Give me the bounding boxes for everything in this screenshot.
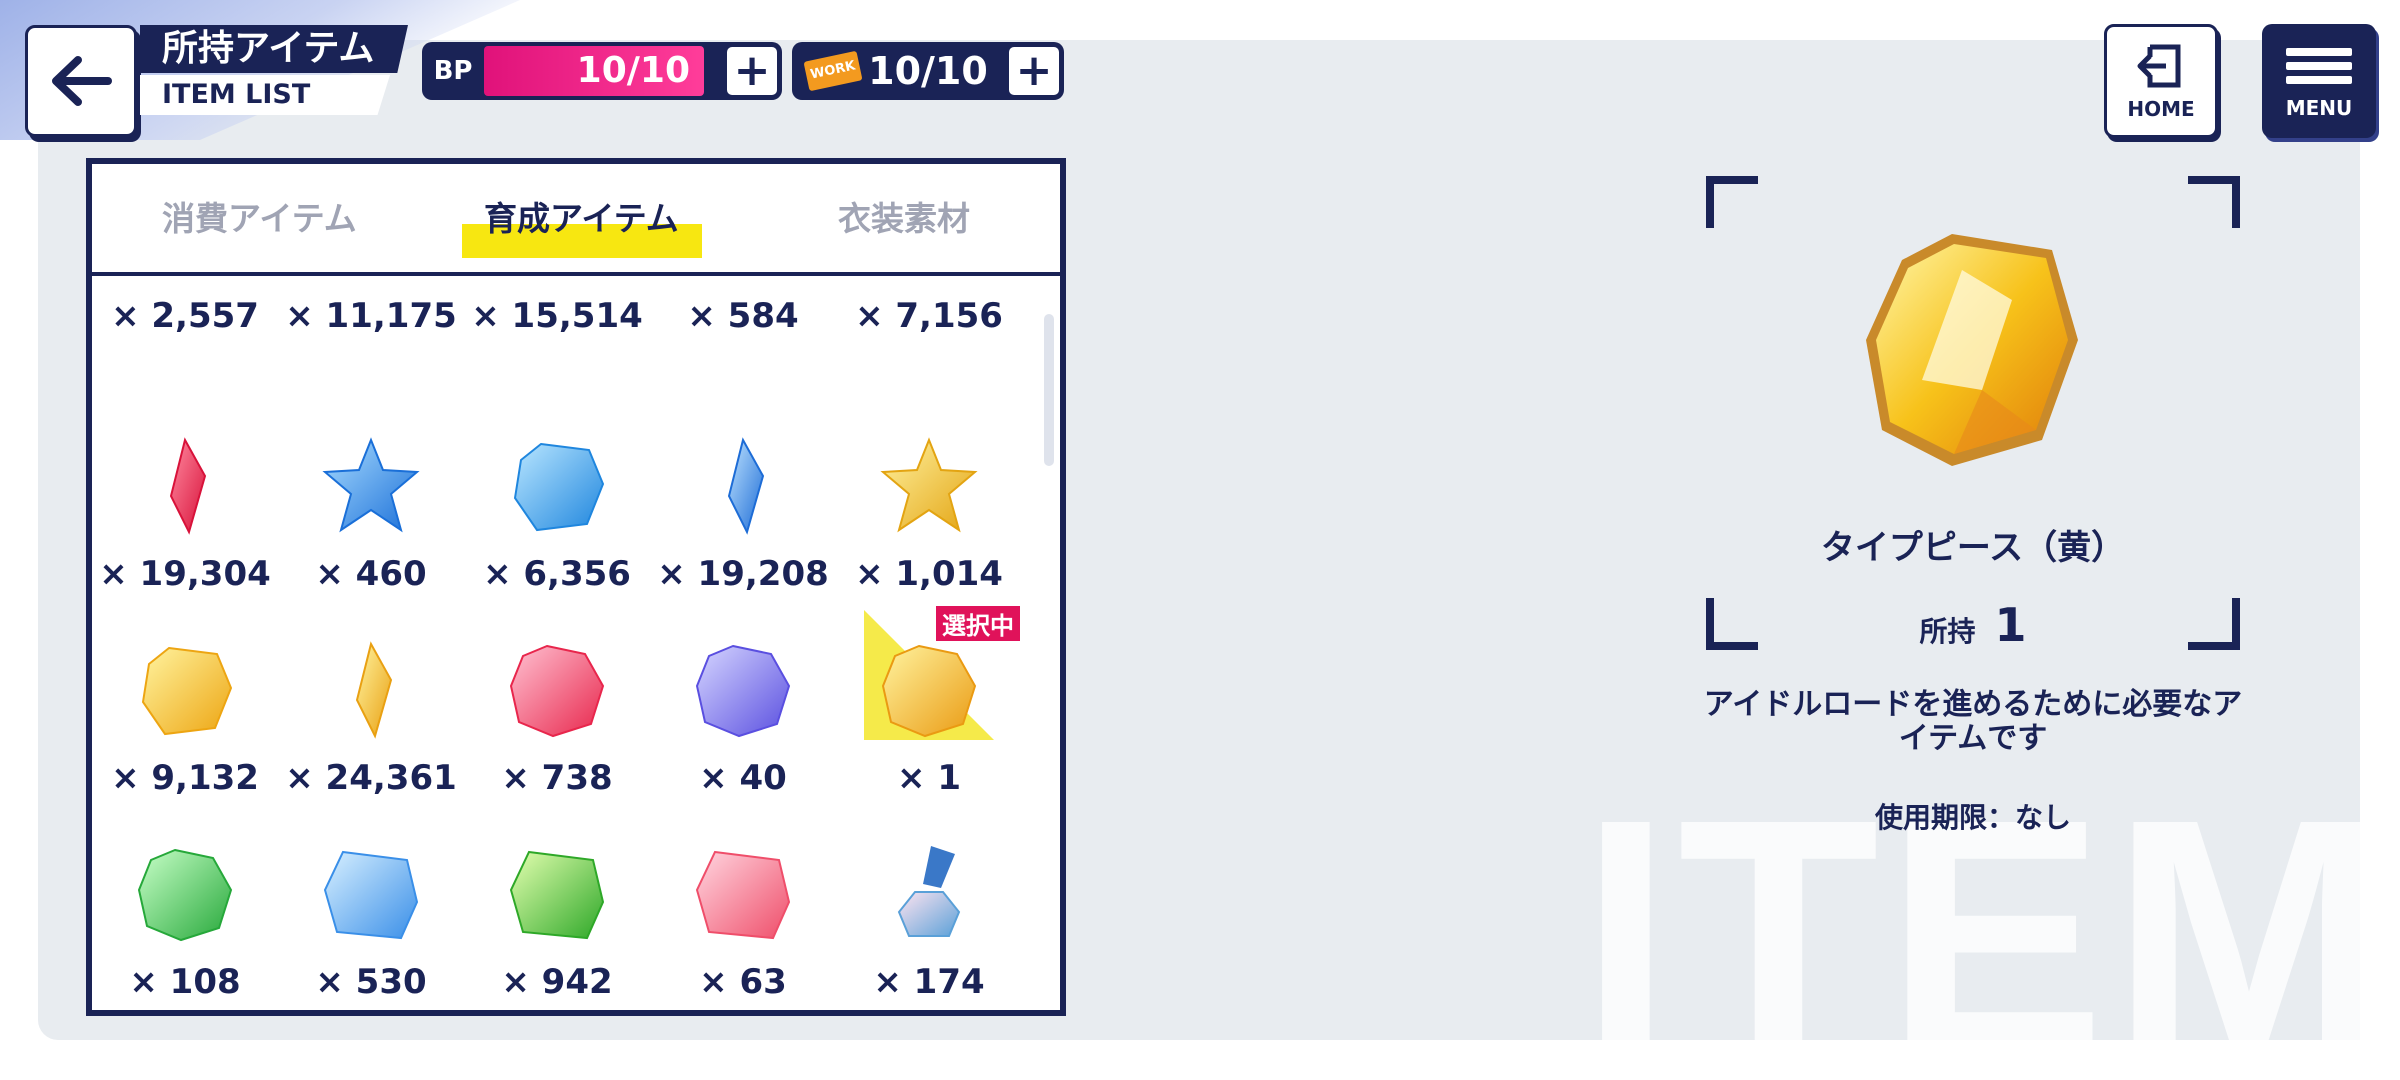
bp-plus-button[interactable]: +	[724, 44, 780, 98]
hamburger-icon	[2286, 42, 2352, 90]
blue-star-crystal-icon	[321, 436, 421, 536]
menu-label: MENU	[2285, 96, 2353, 120]
item-grid: × 2,557 × 11,175 × 15,514 × 584 × 7,156 × 19,…	[92, 276, 1032, 1006]
bp-label: BP	[433, 56, 473, 86]
bp-value: 10/10	[484, 46, 704, 96]
item-name: タイプピース（黄）	[1820, 528, 2126, 568]
item-count: × 19,304	[99, 554, 271, 594]
item-cell[interactable]: × 9,132	[92, 610, 278, 810]
item-cell[interactable]: × 942	[464, 814, 650, 1014]
flower-medal-icon	[879, 844, 979, 944]
item-list-window: 消費アイテム 育成アイテム 衣装素材 × 2,557 × 11,175 × 15,5…	[86, 158, 1066, 1016]
item-cell[interactable]: × 11,175	[278, 216, 464, 416]
item-count: × 19,208	[657, 554, 829, 594]
owned-count-row: 所持 1	[1706, 598, 2240, 652]
item-count: × 1,014	[855, 554, 1003, 594]
item-count: × 9,132	[111, 758, 259, 798]
item-cell[interactable]: × 7,156	[836, 216, 1022, 416]
item-count: × 530	[315, 962, 427, 1002]
item-count: × 942	[501, 962, 613, 1002]
item-count: × 1	[897, 758, 961, 798]
item-description: アイドルロードを進めるために必要なアイテムです	[1703, 687, 2243, 756]
item-cell[interactable]: × 108	[92, 814, 278, 1014]
page-title-en: ITEM LIST	[140, 75, 390, 115]
item-cell[interactable]: × 530	[278, 814, 464, 1014]
home-button[interactable]: HOME	[2104, 24, 2218, 138]
exit-home-icon	[2137, 44, 2181, 88]
purple-gem-icon	[693, 640, 793, 740]
back-button[interactable]	[25, 25, 137, 137]
owned-label: 所持	[1919, 615, 1976, 648]
work-ticket-icon: WORK	[803, 50, 863, 92]
item-count: × 460	[315, 554, 427, 594]
yellow-type-piece-large-icon	[1866, 234, 2078, 466]
item-count: × 174	[873, 962, 985, 1002]
item-cell[interactable]: × 19,304	[92, 406, 278, 606]
item-expiry: 使用期限：なし	[1874, 801, 2071, 834]
item-cell[interactable]: × 1,014	[836, 406, 1022, 606]
item-cell[interactable]: × 174	[836, 814, 1022, 1014]
page-title: 所持アイテム ITEM LIST	[140, 25, 408, 115]
item-cell[interactable]: × 584	[650, 216, 836, 416]
item-cell[interactable]: × 15,514	[464, 216, 650, 416]
item-cell[interactable]: × 40	[650, 610, 836, 810]
page-title-jp: 所持アイテム	[140, 25, 408, 73]
item-count: × 6,356	[483, 554, 631, 594]
frame-corner	[2188, 176, 2240, 228]
green-heart-gem-icon	[507, 844, 607, 944]
blue-crystal-shard-icon	[693, 436, 793, 536]
item-cell[interactable]: × 24,361	[278, 610, 464, 810]
red-crystal-shard-icon	[135, 436, 235, 536]
item-count: × 7,156	[855, 296, 1003, 336]
item-list-scrollbar[interactable]	[1044, 314, 1054, 466]
item-cell[interactable]: × 19,208	[650, 406, 836, 606]
item-count: × 15,514	[471, 296, 643, 336]
yellow-type-piece-icon	[879, 640, 979, 740]
item-cell[interactable]: × 460	[278, 406, 464, 606]
work-gauge: WORK 10/10 +	[792, 42, 1064, 100]
owned-value: 1	[1994, 598, 2027, 652]
work-value: 10/10	[868, 49, 988, 93]
green-gem-icon	[135, 844, 235, 944]
blue-gem-icon	[507, 436, 607, 536]
item-cell[interactable]: × 63	[650, 814, 836, 1014]
item-count: × 63	[699, 962, 787, 1002]
item-cell[interactable]: × 6,356	[464, 406, 650, 606]
gold-star-crystal-icon	[879, 436, 979, 536]
item-count: × 584	[687, 296, 799, 336]
item-cell[interactable]: × 738	[464, 610, 650, 810]
frame-corner	[1706, 176, 1758, 228]
item-count: × 108	[129, 962, 241, 1002]
item-count: × 738	[501, 758, 613, 798]
item-count: × 2,557	[111, 296, 259, 336]
rainbow-star-card-icon	[321, 844, 421, 944]
red-star-gem-icon	[507, 640, 607, 740]
menu-button[interactable]: MENU	[2262, 24, 2376, 138]
yellow-crystal-shard-icon	[321, 640, 421, 740]
item-count: × 11,175	[285, 296, 457, 336]
item-count: × 24,361	[285, 758, 457, 798]
item-cell[interactable]: × 2,557	[92, 216, 278, 416]
selected-badge: 選択中	[934, 604, 1022, 643]
work-plus-button[interactable]: +	[1006, 44, 1062, 98]
yellow-gem-icon	[135, 640, 235, 740]
item-count: × 40	[699, 758, 787, 798]
arrow-left-icon	[52, 56, 112, 106]
item-cell[interactable]: 選択中 × 1	[836, 604, 1022, 810]
home-label: HOME	[2127, 97, 2195, 121]
bp-gauge: BP 10/10 +	[422, 42, 782, 100]
music-note-gem-icon	[693, 844, 793, 944]
